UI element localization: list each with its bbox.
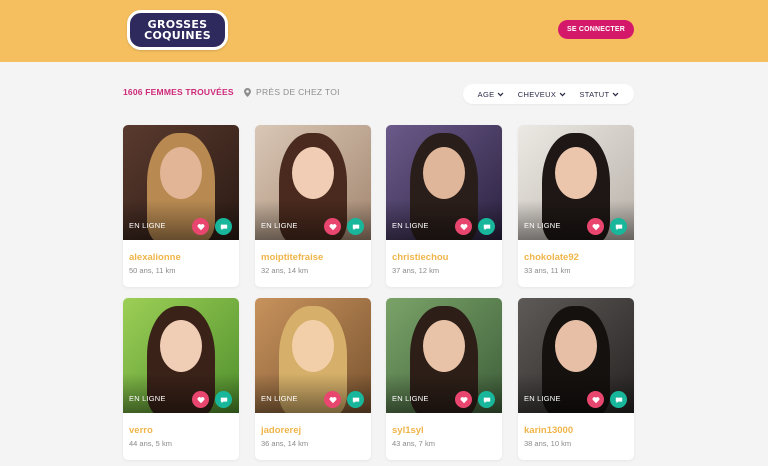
profile-meta: 38 ans, 10 km xyxy=(524,439,572,448)
photo-face xyxy=(555,320,597,372)
chat-bubble-icon xyxy=(352,224,359,230)
profile-meta: 43 ans, 7 km xyxy=(392,439,435,448)
chat-bubble-icon xyxy=(352,397,359,403)
profile-name[interactable]: jadorerej xyxy=(261,425,301,436)
profile-card[interactable]: EN LIGNE chokolate92 33 ans, 11 km xyxy=(518,125,634,287)
online-status: EN LIGNE xyxy=(129,394,166,403)
heart-icon xyxy=(197,223,204,230)
profile-photo[interactable]: EN LIGNE xyxy=(123,125,239,240)
profile-photo[interactable]: EN LIGNE xyxy=(123,298,239,413)
chat-button[interactable] xyxy=(347,391,364,408)
chevron-down-icon xyxy=(559,92,566,96)
filter-status-label: STATUT xyxy=(579,89,610,99)
like-button[interactable] xyxy=(192,391,209,408)
online-status: EN LIGNE xyxy=(261,221,298,230)
filter-bar: AGE CHEVEUX STATUT xyxy=(463,84,634,104)
profile-name[interactable]: christiechou xyxy=(392,252,449,263)
results-count: 1606 FEMMES TROUVÉES xyxy=(123,87,234,97)
filter-age[interactable]: AGE xyxy=(478,90,505,99)
profile-name[interactable]: verro xyxy=(129,425,153,436)
chat-bubble-icon xyxy=(615,224,622,230)
chat-bubble-icon xyxy=(615,397,622,403)
site-logo[interactable]: GROSSES COQUINES xyxy=(127,10,228,50)
chat-bubble-icon xyxy=(220,397,227,403)
heart-icon xyxy=(592,223,599,230)
profile-card[interactable]: EN LIGNE karin13000 38 ans, 10 km xyxy=(518,298,634,460)
photo-face xyxy=(292,320,334,372)
profile-photo[interactable]: EN LIGNE xyxy=(518,125,634,240)
photo-face xyxy=(160,147,202,199)
profile-card[interactable]: EN LIGNE christiechou 37 ans, 12 km xyxy=(386,125,502,287)
online-status: EN LIGNE xyxy=(524,394,561,403)
photo-face xyxy=(423,147,465,199)
profile-card[interactable]: EN LIGNE syl1syl 43 ans, 7 km xyxy=(386,298,502,460)
chat-button[interactable] xyxy=(610,391,627,408)
online-status: EN LIGNE xyxy=(129,221,166,230)
location-filter[interactable]: PRÈS DE CHEZ TOI xyxy=(244,87,340,97)
logo-line-2: COQUINES xyxy=(144,29,211,42)
filter-age-label: AGE xyxy=(477,89,495,99)
chat-button[interactable] xyxy=(478,391,495,408)
online-status: EN LIGNE xyxy=(392,394,429,403)
login-button[interactable]: SE CONNECTER xyxy=(558,20,634,39)
online-status: EN LIGNE xyxy=(524,221,561,230)
profile-name[interactable]: alexalionne xyxy=(129,252,181,263)
like-button[interactable] xyxy=(324,391,341,408)
profile-photo[interactable]: EN LIGNE xyxy=(518,298,634,413)
like-button[interactable] xyxy=(192,218,209,235)
heart-icon xyxy=(460,396,467,403)
profile-name[interactable]: karin13000 xyxy=(524,425,573,436)
profile-name[interactable]: moiptitefraise xyxy=(261,252,323,263)
profile-card[interactable]: EN LIGNE moiptitefraise 32 ans, 14 km xyxy=(255,125,371,287)
chevron-down-icon xyxy=(498,92,504,96)
chat-button[interactable] xyxy=(478,218,495,235)
top-header: GROSSES COQUINES SE CONNECTER xyxy=(0,0,768,62)
profile-meta: 36 ans, 14 km xyxy=(261,439,309,448)
chat-button[interactable] xyxy=(610,218,627,235)
chat-bubble-icon xyxy=(483,224,490,230)
filter-hair-label: CHEVEUX xyxy=(517,89,557,99)
profile-meta: 44 ans, 5 km xyxy=(129,439,172,448)
heart-icon xyxy=(197,396,204,403)
heart-icon xyxy=(460,223,467,230)
like-button[interactable] xyxy=(587,218,604,235)
profile-card[interactable]: EN LIGNE verro 44 ans, 5 km xyxy=(123,298,239,460)
heart-icon xyxy=(329,396,336,403)
chat-bubble-icon xyxy=(220,224,227,230)
profile-name[interactable]: chokolate92 xyxy=(524,252,579,263)
like-button[interactable] xyxy=(324,218,341,235)
photo-face xyxy=(292,147,334,199)
photo-face xyxy=(160,320,202,372)
profile-name[interactable]: syl1syl xyxy=(392,425,424,436)
profile-photo[interactable]: EN LIGNE xyxy=(255,298,371,413)
chat-button[interactable] xyxy=(347,218,364,235)
profile-photo[interactable]: EN LIGNE xyxy=(386,298,502,413)
photo-face xyxy=(423,320,465,372)
filter-hair[interactable]: CHEVEUX xyxy=(518,90,566,99)
online-status: EN LIGNE xyxy=(392,221,429,230)
online-status: EN LIGNE xyxy=(261,394,298,403)
profile-meta: 50 ans, 11 km xyxy=(129,266,176,275)
heart-icon xyxy=(329,223,336,230)
heart-icon xyxy=(592,396,599,403)
profile-photo[interactable]: EN LIGNE xyxy=(386,125,502,240)
like-button[interactable] xyxy=(455,218,472,235)
like-button[interactable] xyxy=(455,391,472,408)
profile-meta: 37 ans, 12 km xyxy=(392,266,440,275)
filter-status[interactable]: STATUT xyxy=(579,90,619,99)
profile-meta: 32 ans, 14 km xyxy=(261,266,309,275)
location-label: PRÈS DE CHEZ TOI xyxy=(256,87,340,97)
map-pin-icon xyxy=(244,87,251,97)
profile-photo[interactable]: EN LIGNE xyxy=(255,125,371,240)
profile-card[interactable]: EN LIGNE jadorerej 36 ans, 14 km xyxy=(255,298,371,460)
chat-button[interactable] xyxy=(215,218,232,235)
chat-button[interactable] xyxy=(215,391,232,408)
like-button[interactable] xyxy=(587,391,604,408)
profile-card[interactable]: EN LIGNE alexalionne 50 ans, 11 km xyxy=(123,125,239,287)
chat-bubble-icon xyxy=(483,397,490,403)
profile-meta: 33 ans, 11 km xyxy=(524,266,571,275)
chevron-down-icon xyxy=(612,92,619,96)
photo-face xyxy=(555,147,597,199)
